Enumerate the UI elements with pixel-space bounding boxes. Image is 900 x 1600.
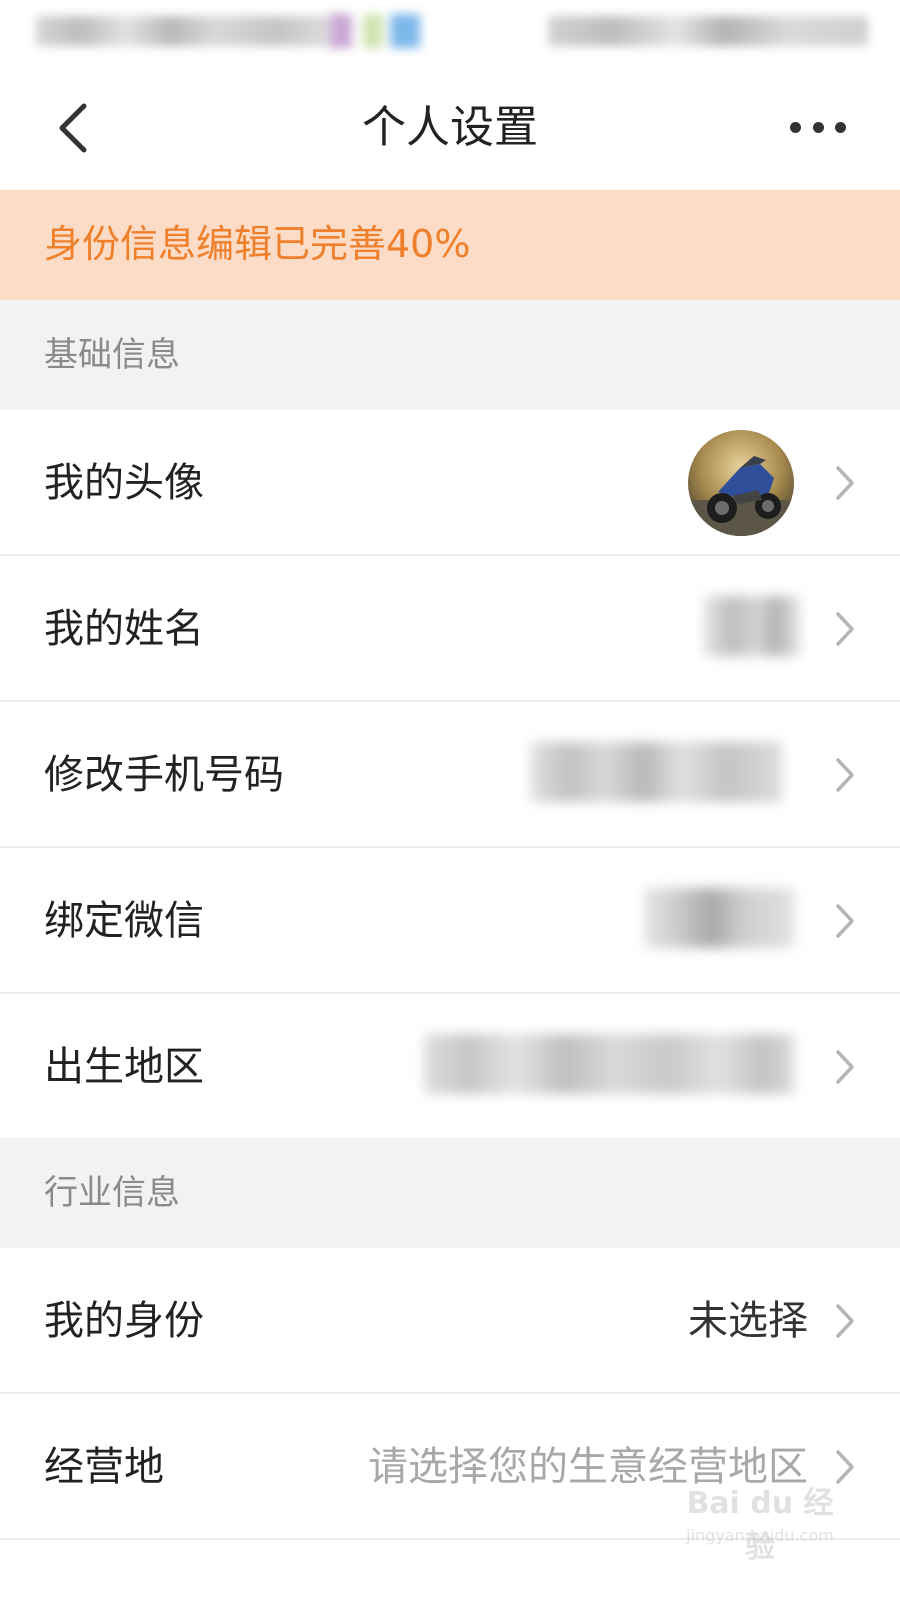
chevron-right-icon xyxy=(836,1050,854,1084)
chevron-right-icon xyxy=(836,466,854,500)
status-bar-left-blurred xyxy=(36,16,336,46)
chevron-right-icon xyxy=(836,904,854,938)
row-phone[interactable]: 修改手机号码 xyxy=(0,702,900,848)
profile-completion-text: 身份信息编辑已完善40% xyxy=(44,222,471,266)
identity-value: 未选择 xyxy=(688,1298,808,1344)
name-value-masked xyxy=(704,596,800,656)
row-label-business-location: 经营地 xyxy=(44,1444,164,1490)
chevron-right-icon xyxy=(836,1304,854,1338)
row-label-birthplace: 出生地区 xyxy=(44,1044,204,1090)
phone-value-masked xyxy=(530,742,782,802)
section-title-industry: 行业信息 xyxy=(44,1173,180,1213)
birthplace-value-masked xyxy=(424,1034,794,1094)
section-header-industry: 行业信息 xyxy=(0,1138,900,1248)
more-dots-icon xyxy=(790,121,801,133)
row-identity[interactable]: 我的身份 未选择 xyxy=(0,1248,900,1394)
row-label-avatar: 我的头像 xyxy=(44,460,204,506)
row-label-wechat: 绑定微信 xyxy=(44,898,204,944)
avatar xyxy=(688,430,794,536)
row-name[interactable]: 我的姓名 xyxy=(0,556,900,702)
row-label-identity: 我的身份 xyxy=(44,1298,204,1344)
profile-completion-banner: 身份信息编辑已完善40% xyxy=(0,190,900,300)
row-wechat[interactable]: 绑定微信 xyxy=(0,848,900,994)
more-button[interactable] xyxy=(790,112,846,142)
watermark-logo: Bai du 经验 xyxy=(686,1486,834,1565)
row-avatar[interactable]: 我的头像 xyxy=(0,410,900,556)
page-title: 个人设置 xyxy=(362,102,538,153)
status-bar-right-blurred xyxy=(548,16,868,46)
row-label-phone: 修改手机号码 xyxy=(44,752,284,798)
status-bar-icons-blurred xyxy=(330,14,440,48)
wechat-value-masked xyxy=(644,888,794,948)
section-header-basic: 基础信息 xyxy=(0,300,900,410)
nav-bar: 个人设置 xyxy=(0,66,900,190)
chevron-right-icon xyxy=(836,612,854,646)
row-birthplace[interactable]: 出生地区 xyxy=(0,994,900,1140)
section-title-basic: 基础信息 xyxy=(44,335,180,375)
status-bar xyxy=(0,0,900,66)
baidu-jingyan-watermark: Bai du 经验 jingyan.baidu.com xyxy=(680,1478,840,1565)
chevron-right-icon xyxy=(836,758,854,792)
watermark-url: jingyan.baidu.com xyxy=(686,1526,834,1545)
row-label-name: 我的姓名 xyxy=(44,606,204,652)
